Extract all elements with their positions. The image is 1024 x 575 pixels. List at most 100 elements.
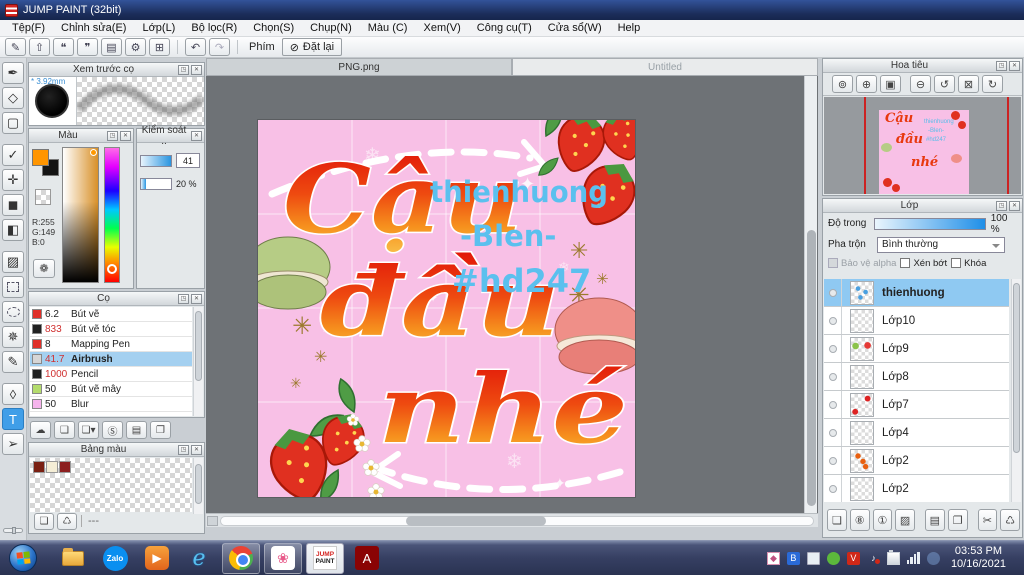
menu-item[interactable]: Xem(V) <box>415 20 468 36</box>
brush-save-icon[interactable]: ❏▾ <box>78 421 99 439</box>
close-icon[interactable]: ✕ <box>120 130 131 141</box>
shape-tool-icon[interactable]: ▢ <box>2 112 24 134</box>
bucket-tool-icon[interactable]: ◧ <box>2 219 24 241</box>
text-tool-icon[interactable]: T <box>2 408 24 430</box>
brush-row[interactable]: 6.2 Bút vẽ <box>30 307 192 322</box>
layer-option-checkbox[interactable]: Xén bớt <box>900 258 947 269</box>
grid-edit-icon[interactable]: ⊞ <box>149 38 170 56</box>
palette-new-icon[interactable]: ❏ <box>34 512 54 530</box>
brush-row[interactable]: 1000 Pencil <box>30 367 192 382</box>
layer-list-scrollbar[interactable] <box>1011 279 1021 502</box>
speech-icon[interactable]: ❞ <box>77 38 98 56</box>
reset-button[interactable]: ⊘ Đặt lại <box>281 38 343 56</box>
gradient-tool-icon[interactable]: ▨ <box>2 251 24 273</box>
checkbox-icon[interactable] <box>828 258 838 268</box>
brush-size-slider[interactable] <box>140 154 172 167</box>
taskbar-jump-paint[interactable]: JUMP PAINT <box>306 542 344 574</box>
menu-item[interactable]: Công cụ(T) <box>469 20 540 36</box>
menu-item[interactable]: Tệp(F) <box>4 20 53 36</box>
layer-visibility-toggle[interactable] <box>824 447 842 474</box>
battery-icon[interactable] <box>886 549 900 565</box>
close-icon[interactable]: ✕ <box>191 130 202 141</box>
bluetooth-icon[interactable]: B <box>786 551 800 565</box>
panel-settings-icon[interactable]: ⚙ <box>125 38 146 56</box>
opacity-slider[interactable] <box>873 217 986 230</box>
canvas-vertical-scrollbar[interactable] <box>804 76 817 513</box>
brush-row[interactable]: 50 Blur <box>30 397 192 412</box>
brush-opacity-slider[interactable] <box>140 178 172 190</box>
select-rect-tool-icon[interactable] <box>2 276 24 298</box>
taskbar-chrome[interactable] <box>222 542 260 574</box>
popout-icon[interactable]: ◳ <box>996 60 1007 71</box>
rotate-left-icon[interactable]: ↺ <box>934 75 955 93</box>
layer-folder-icon[interactable]: ▤ <box>925 509 945 531</box>
brush-row[interactable]: 50 Bút vẽ mây <box>30 382 192 397</box>
start-button[interactable] <box>4 543 42 574</box>
eraser-tool-icon[interactable]: ◇ <box>2 87 24 109</box>
zoom-actual-icon[interactable]: ⊚ <box>832 75 853 93</box>
layer-row[interactable]: Lớp4 <box>824 419 1009 447</box>
network-signal-icon[interactable] <box>906 552 920 564</box>
brush-duplicate-icon[interactable]: ❐ <box>150 421 171 439</box>
layer-row[interactable]: Lớp2 <box>824 475 1009 502</box>
taskbar-zalo[interactable]: Zalo <box>96 543 134 574</box>
palette-icon[interactable]: ❁ <box>33 259 55 278</box>
layer-row[interactable]: Lớp9 <box>824 335 1009 363</box>
close-icon[interactable]: ✕ <box>1009 200 1020 211</box>
tone-layer-icon[interactable]: ▨ <box>895 509 915 531</box>
rotate-reset-icon[interactable]: ⊠ <box>958 75 979 93</box>
redo-icon[interactable]: ↷ <box>209 38 230 56</box>
canvas-tab[interactable]: Untitled <box>512 58 818 76</box>
foreground-color-swatch[interactable] <box>32 149 49 166</box>
menu-item[interactable]: Chỉnh sửa(E) <box>53 20 134 36</box>
green-status-icon[interactable] <box>826 551 840 565</box>
layer-visibility-toggle[interactable] <box>824 391 842 418</box>
vlc-icon[interactable]: V <box>846 551 860 565</box>
palette-swatch[interactable] <box>59 461 71 473</box>
checkbox-icon[interactable] <box>951 258 962 268</box>
select-pen-tool-icon[interactable]: ✎ <box>2 351 24 373</box>
delete-layer-icon[interactable]: ♺ <box>1000 509 1020 531</box>
object-tool-icon[interactable]: ➢ <box>2 433 24 455</box>
merge-layer-icon[interactable]: ✂ <box>977 509 998 531</box>
artwork-canvas[interactable]: ❄ ❄ ❄ ❄ ❄ ❄ ❄ ❄ ✦ ✦ ✦ ✦ ✦ ✦ ✳ ✳ ✳ ✳ <box>258 120 635 497</box>
hidden-tray-icon[interactable] <box>926 551 940 565</box>
zoom-out-icon[interactable]: ⊖ <box>910 75 931 93</box>
lasso-tool-icon[interactable] <box>2 301 24 323</box>
select-eraser-tool-icon[interactable]: ◊ <box>2 383 24 405</box>
taskbar-acrobat[interactable]: A <box>348 543 386 574</box>
brush-row[interactable]: 8 Mapping Pen <box>30 337 192 352</box>
palette-swatch[interactable] <box>33 461 45 473</box>
layer-option-checkbox[interactable]: Bảo vệ alpha <box>828 258 896 269</box>
layer-visibility-toggle[interactable] <box>824 419 842 446</box>
popout-icon[interactable]: ◳ <box>996 200 1007 211</box>
brush-row[interactable]: 833 Bút vẽ tóc <box>30 322 192 337</box>
taskbar-internet-explorer[interactable]: e <box>180 543 218 574</box>
dot-pen-tool-icon[interactable]: ✓ <box>2 144 24 166</box>
menu-item[interactable]: Cửa sổ(W) <box>540 20 610 36</box>
taskbar-explorer[interactable] <box>54 543 92 574</box>
brush-list-scrollbar[interactable] <box>193 307 203 416</box>
new-8bit-layer-icon[interactable]: ⑧ <box>849 509 870 531</box>
navigator-view[interactable]: Cậu đầu nhé thienhuong -Blen- #hd247 <box>824 97 1021 194</box>
fill-shape-tool-icon[interactable]: ◼ <box>2 194 24 216</box>
rotate-right-icon[interactable]: ↻ <box>982 75 1003 93</box>
hue-marker[interactable] <box>107 264 117 274</box>
layer-row[interactable]: Lớp2 <box>824 447 1009 475</box>
saturation-value-box[interactable] <box>62 147 99 283</box>
scroll-left-button[interactable] <box>207 516 218 526</box>
layer-visibility-toggle[interactable] <box>824 475 842 502</box>
new-1bit-layer-icon[interactable]: ① <box>872 509 893 531</box>
duplicate-layer-icon[interactable]: ❐ <box>947 509 968 531</box>
brush-new-icon[interactable]: ❏ <box>54 421 75 439</box>
taskbar-media-player[interactable]: ▶ <box>138 543 176 574</box>
close-icon[interactable]: ✕ <box>1009 60 1020 71</box>
menu-item[interactable]: Help <box>610 20 649 36</box>
upload-icon[interactable]: ⇧ <box>29 38 50 56</box>
canvas-viewport[interactable]: ❄ ❄ ❄ ❄ ❄ ❄ ❄ ❄ ✦ ✦ ✦ ✦ ✦ ✦ ✳ ✳ ✳ ✳ <box>206 76 818 513</box>
brush-sync-icon[interactable]: Ⓢ <box>102 421 123 439</box>
comment-icon[interactable]: ❝ <box>53 38 74 56</box>
popout-icon[interactable]: ◳ <box>178 64 189 75</box>
magic-wand-tool-icon[interactable]: ✵ <box>2 326 24 348</box>
zoom-in-icon[interactable]: ⊕ <box>856 75 877 93</box>
